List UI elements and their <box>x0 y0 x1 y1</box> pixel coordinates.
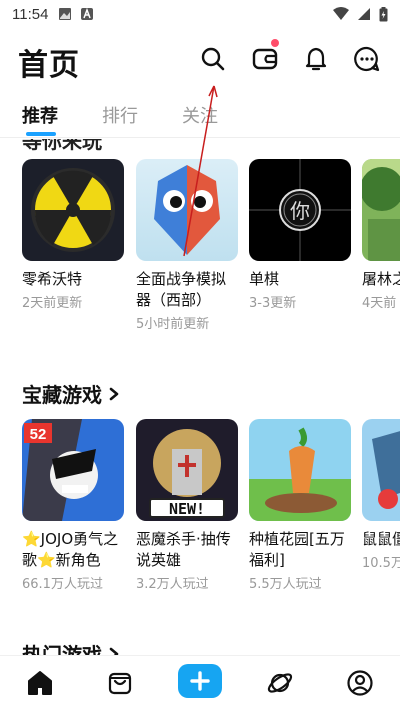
search-icon <box>201 47 225 71</box>
game-card[interactable]: 鼠鼠僵郎！ 10.5万 <box>362 419 400 571</box>
wallet-button[interactable] <box>250 44 280 74</box>
section-hot-games[interactable]: 热门游戏 <box>22 639 120 655</box>
tab-following[interactable]: 关注 <box>182 102 218 128</box>
wifi-icon <box>333 7 349 20</box>
game-name: 恶魔杀手·抽传说英雄 <box>136 530 231 569</box>
notification-dot <box>271 39 279 47</box>
game-card[interactable]: 零希沃特 2天前更新 <box>22 159 124 311</box>
game-name: 单棋 <box>249 270 280 288</box>
tab-bar: 推荐 排行 关注 <box>0 92 400 138</box>
game-thumbnail: 52 <box>22 419 124 521</box>
rat-art <box>362 419 400 521</box>
chat-icon <box>354 46 380 72</box>
garden-art <box>249 419 351 521</box>
profile-icon <box>347 670 373 696</box>
app-a-icon <box>81 7 94 20</box>
nav-store[interactable] <box>105 668 135 698</box>
shield-art <box>136 159 238 261</box>
section-treasure-games[interactable]: 宝藏游戏 <box>22 379 120 408</box>
game-name: 零希沃特 <box>22 270 83 288</box>
feed-scroll-area[interactable]: 等你来玩 零希沃特 2天前更新 全面战争模拟器（西部） 5小时前更新 你 单棋 … <box>0 139 400 655</box>
demon-art: NEW! <box>136 419 238 521</box>
game-played-count: 3.2万人玩过 <box>136 577 209 592</box>
game-name: 屠林之泰坦- <box>362 270 400 288</box>
section-title: 热门游戏 <box>22 643 102 655</box>
shopping-bag-icon <box>108 672 132 695</box>
game-row-treasure: 52 ⭐JOJO勇气之歌⭐新角色 66.1万人玩过 NEW! 恶魔杀手·抽传说英… <box>22 419 400 619</box>
battery-icon <box>379 6 388 21</box>
chevron-right-icon <box>109 387 119 400</box>
home-icon <box>28 671 52 695</box>
nav-publish-button[interactable] <box>178 664 222 698</box>
game-name: 种植花园[五万福利] <box>249 530 345 569</box>
game-thumbnail: 你 <box>249 159 351 261</box>
game-name: ⭐JOJO勇气之歌⭐新角色 <box>22 530 119 569</box>
search-button[interactable] <box>198 44 228 74</box>
game-thumbnail <box>22 159 124 261</box>
planet-icon <box>267 673 293 693</box>
game-update-time: 5小时前更新 <box>136 317 210 332</box>
game-thumbnail <box>362 159 400 261</box>
game-update-time: 3-3更新 <box>249 296 297 311</box>
section-title-partial: 等你来玩 <box>22 139 102 153</box>
game-card[interactable]: 种植花园[五万福利] 5.5万人玩过 <box>249 419 351 592</box>
wallet-icon <box>252 48 278 70</box>
game-name: 鼠鼠僵郎！ <box>362 530 400 548</box>
tab-recommend[interactable]: 推荐 <box>22 102 58 128</box>
status-bar: 11:54 <box>0 0 400 28</box>
game-update-time: 2天前更新 <box>22 296 83 311</box>
game-played-count: 66.1万人玩过 <box>22 577 103 592</box>
jojo-art: 52 <box>22 419 124 521</box>
signal-icon <box>358 8 370 20</box>
notifications-button[interactable] <box>301 44 331 74</box>
game-thumbnail: NEW! <box>136 419 238 521</box>
gallery-icon <box>59 8 72 20</box>
plus-icon <box>190 671 210 691</box>
game-played-count: 5.5万人玩过 <box>249 577 322 592</box>
game-card[interactable]: NEW! 恶魔杀手·抽传说英雄 3.2万人玩过 <box>136 419 238 592</box>
header: 首页 <box>0 32 400 88</box>
active-tab-indicator <box>26 132 56 136</box>
page-title: 首页 <box>18 48 80 83</box>
game-played-count: 10.5万 <box>362 556 400 571</box>
game-card[interactable]: 52 ⭐JOJO勇气之歌⭐新角色 66.1万人玩过 <box>22 419 124 592</box>
forest-art <box>362 159 400 261</box>
game-thumbnail <box>249 419 351 521</box>
tab-ranking[interactable]: 排行 <box>102 102 138 128</box>
chess-art: 你 <box>249 159 351 261</box>
chevron-right-icon <box>109 647 119 655</box>
section-title: 宝藏游戏 <box>22 383 102 407</box>
game-row-new: 零希沃特 2天前更新 全面战争模拟器（西部） 5小时前更新 你 单棋 3-3更新… <box>22 159 400 359</box>
nav-discover[interactable] <box>265 668 295 698</box>
game-card[interactable]: 你 单棋 3-3更新 <box>249 159 351 311</box>
game-name: 全面战争模拟器（西部） <box>136 270 227 309</box>
status-time: 11:54 <box>12 5 49 23</box>
game-thumbnail <box>362 419 400 521</box>
game-card[interactable]: 全面战争模拟器（西部） 5小时前更新 <box>136 159 238 332</box>
new-badge: NEW! <box>169 500 205 518</box>
game-update-time: 4天前 <box>362 296 397 311</box>
bell-icon <box>305 47 327 71</box>
nav-profile[interactable] <box>345 668 375 698</box>
radiation-art <box>22 159 124 261</box>
nav-home[interactable] <box>25 668 55 698</box>
game-card[interactable]: 屠林之泰坦- 4天前 <box>362 159 400 311</box>
game-thumbnail <box>136 159 238 261</box>
chess-char: 你 <box>290 199 310 223</box>
badge-52: 52 <box>30 426 47 443</box>
messages-button[interactable] <box>352 44 382 74</box>
bottom-nav <box>0 655 400 711</box>
